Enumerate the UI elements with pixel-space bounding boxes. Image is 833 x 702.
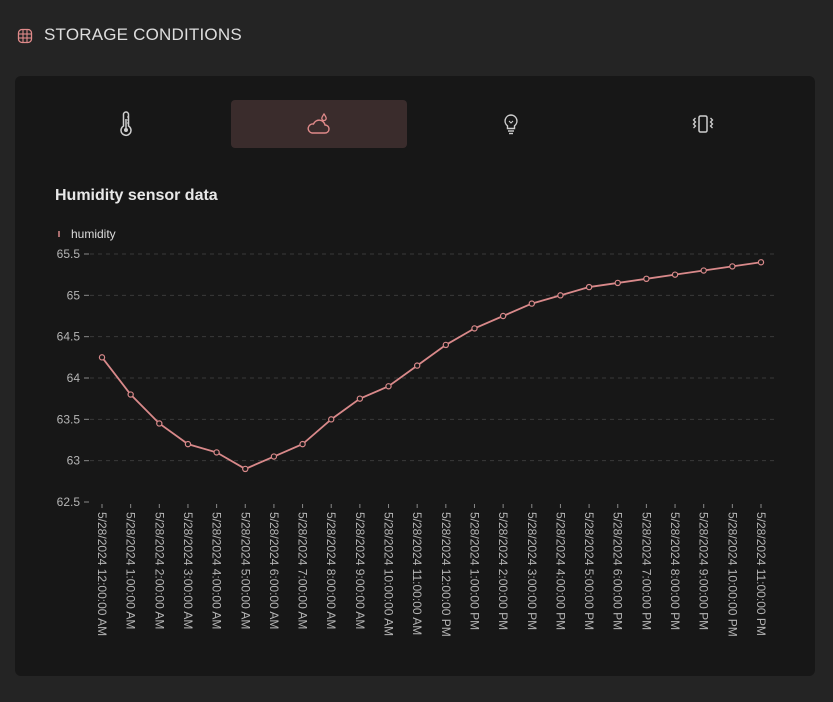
- x-tick-label: 5/28/2024 1:00:00 PM: [467, 512, 481, 630]
- x-tick-label: 5/28/2024 10:00:00 AM: [382, 512, 396, 636]
- x-tick-label: 5/28/2024 4:00:00 AM: [210, 512, 224, 629]
- data-point: [270, 453, 278, 460]
- data-point: [557, 292, 564, 299]
- x-tick-label: 5/28/2024 7:00:00 AM: [296, 512, 310, 629]
- y-tick-label: 63.5: [57, 412, 81, 426]
- x-tick-label: 5/28/2024 3:00:00 PM: [525, 512, 539, 630]
- globe-grid-icon: [17, 28, 33, 44]
- data-point: [356, 395, 364, 402]
- data-point: [385, 383, 392, 390]
- x-tick-label: 5/28/2024 2:00:00 AM: [152, 512, 166, 629]
- x-tick-label: 5/28/2024 6:00:00 AM: [267, 512, 281, 629]
- x-tick-label: 5/28/2024 10:00:00 PM: [725, 512, 739, 637]
- x-tick-label: 5/28/2024 4:00:00 PM: [553, 512, 567, 630]
- data-point: [757, 259, 765, 266]
- data-point: [700, 267, 707, 274]
- x-tick-label: 5/28/2024 12:00:00 PM: [439, 512, 453, 637]
- y-tick-label: 65.5: [57, 247, 81, 261]
- data-point: [471, 325, 478, 332]
- data-point: [614, 279, 621, 287]
- x-tick-label: 5/28/2024 3:00:00 AM: [181, 512, 195, 629]
- data-point: [156, 420, 163, 427]
- x-tick-label: 5/28/2024 9:00:00 PM: [697, 512, 711, 630]
- data-point: [528, 300, 535, 307]
- data-point: [643, 275, 650, 282]
- data-point: [671, 271, 679, 278]
- section-header: STORAGE CONDITIONS: [0, 0, 833, 72]
- data-point: [242, 465, 249, 473]
- x-tick-label: 5/28/2024 2:00:00 PM: [496, 512, 510, 630]
- data-point: [729, 263, 736, 270]
- data-point: [585, 283, 593, 291]
- legend-label: humidity: [71, 227, 116, 241]
- x-tick-label: 5/28/2024 8:00:00 AM: [324, 512, 338, 629]
- y-tick-label: 65: [67, 288, 81, 302]
- data-point: [299, 440, 306, 448]
- data-point: [184, 440, 192, 448]
- y-tick-label: 64: [67, 371, 81, 385]
- data-point: [127, 391, 134, 398]
- series-line: [101, 261, 762, 470]
- data-point: [413, 362, 421, 369]
- x-tick-label: 5/28/2024 11:00:00 AM: [410, 512, 424, 635]
- x-tick-label: 5/28/2024 9:00:00 AM: [353, 512, 367, 629]
- x-tick-label: 5/28/2024 12:00:00 AM: [95, 512, 109, 636]
- y-tick-label: 62.5: [57, 495, 81, 509]
- x-tick-label: 5/28/2024 7:00:00 PM: [639, 512, 653, 630]
- data-point: [328, 416, 335, 423]
- humidity-chart: 62.5 63 63.5 64 64.5 65 65.5 5/28/2024 12:00:00…: [57, 227, 775, 637]
- data-point: [442, 341, 450, 349]
- page-title: STORAGE CONDITIONS: [44, 25, 242, 44]
- x-tick-label: 5/28/2024 1:00:00 AM: [124, 512, 138, 629]
- x-tick-label: 5/28/2024 11:00:00 PM: [754, 512, 768, 636]
- x-tick-label: 5/28/2024 6:00:00 PM: [611, 512, 625, 630]
- y-tick-label: 63: [67, 454, 81, 468]
- x-tick-label: 5/28/2024 5:00:00 PM: [582, 512, 596, 630]
- data-point: [213, 449, 220, 456]
- x-tick-label: 5/28/2024 5:00:00 AM: [238, 512, 252, 629]
- data-point: [98, 354, 106, 361]
- data-point: [499, 312, 507, 320]
- storage-card: Humidity sensor data 62.5 63 63.5 64 64.5 65 6…: [15, 76, 815, 676]
- y-tick-label: 64.5: [57, 330, 81, 344]
- x-tick-label: 5/28/2024 8:00:00 PM: [668, 512, 682, 630]
